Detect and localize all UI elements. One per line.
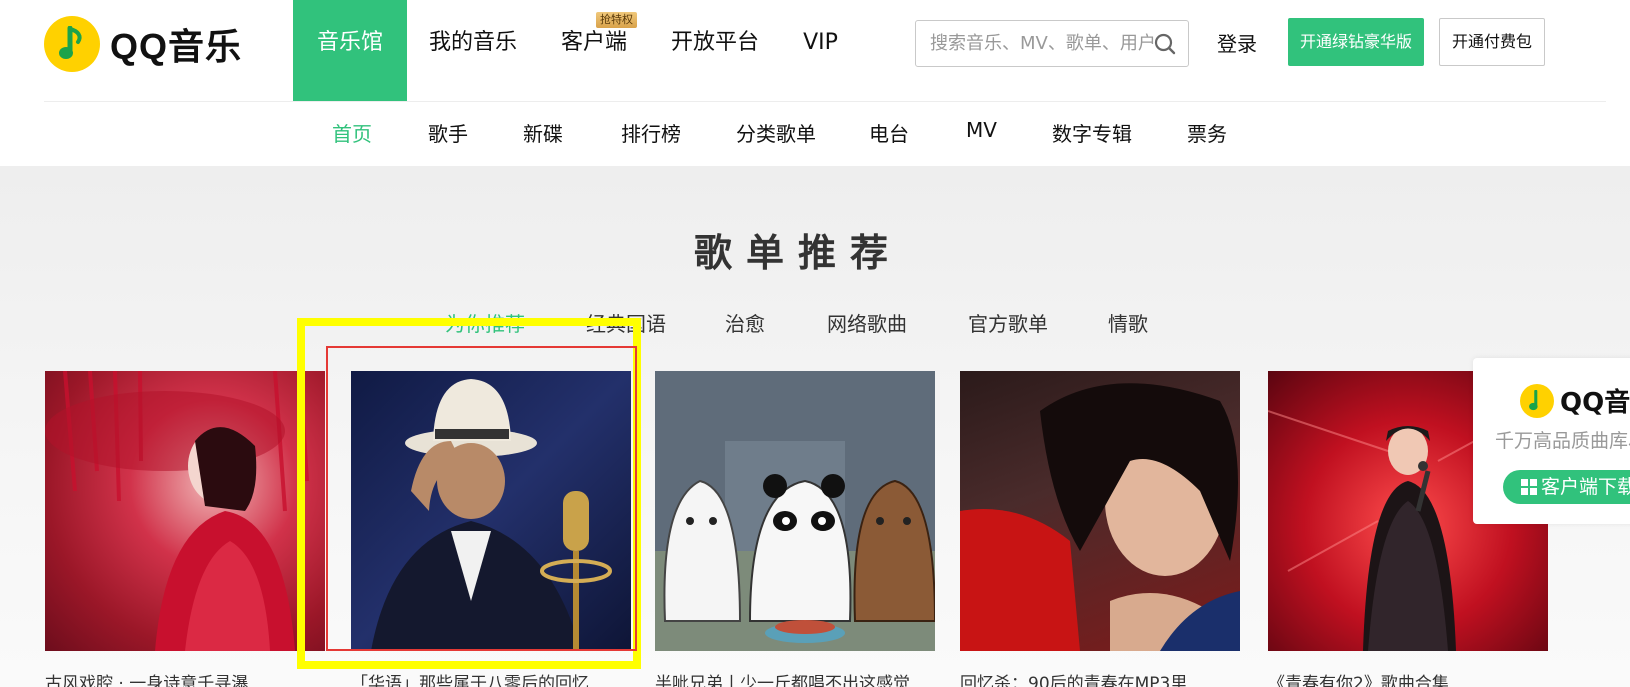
playlist-title[interactable]: 「华语」那些属于八零后的回忆: [351, 669, 641, 687]
tab-healing[interactable]: 治愈: [725, 308, 765, 337]
playlist-card[interactable]: 回忆杀：90后的青春在MP3里: [960, 371, 1240, 687]
playlist-title[interactable]: 古风戏腔 · 一身诗意千寻瀑: [45, 669, 335, 687]
playlist-card[interactable]: 古风戏腔 · 一身诗意千寻瀑: [45, 371, 325, 687]
sub-nav-mv[interactable]: MV: [966, 118, 997, 142]
main-nav-my-music[interactable]: 我的音乐: [407, 0, 539, 101]
main-nav-music-hall[interactable]: 音乐馆: [293, 0, 408, 101]
promo-logo-text: QQ音乐: [1560, 388, 1630, 418]
windows-icon: [1521, 479, 1537, 495]
header-divider: [44, 101, 1606, 102]
playlist-title[interactable]: 半呲兄弟丨少一斤都唱不出这感觉: [655, 669, 945, 687]
site-header: QQ音乐 音乐馆 我的音乐 客户端 抢特权 开放平台 VIP 搜索音乐、MV、歌…: [0, 0, 1630, 166]
tab-network-songs[interactable]: 网络歌曲: [827, 308, 907, 337]
login-link[interactable]: 登录: [1217, 28, 1257, 57]
site-logo[interactable]: QQ音乐: [44, 16, 242, 72]
playlist-cover[interactable]: [655, 371, 935, 651]
open-green-diamond-button[interactable]: 开通绿钻豪华版: [1288, 18, 1424, 66]
playlist-recommend-section: 歌单推荐 为你推荐 经典国语 治愈 网络歌曲 官方歌单 情歌 古风戏腔 · 一身…: [0, 166, 1630, 687]
section-title: 歌单推荐: [693, 231, 902, 275]
client-download-button[interactable]: 客户端下载: [1503, 470, 1630, 504]
playlist-card[interactable]: 「华语」那些属于八零后的回忆: [351, 371, 631, 687]
page-root: QQ音乐 音乐馆 我的音乐 客户端 抢特权 开放平台 VIP 搜索音乐、MV、歌…: [0, 0, 1630, 687]
tab-official-playlists[interactable]: 官方歌单: [968, 308, 1048, 337]
search-input[interactable]: [928, 32, 1162, 55]
promo-logo: QQ音乐: [1520, 382, 1630, 419]
main-nav-vip[interactable]: VIP: [781, 0, 860, 101]
main-nav: 音乐馆 我的音乐 客户端 抢特权 开放平台 VIP: [293, 0, 860, 101]
sub-nav: 首页 歌手 新碟 排行榜 分类歌单 电台 MV 数字专辑 票务: [0, 110, 1630, 154]
search-box: [915, 20, 1189, 67]
cover-art-graphic: [960, 383, 1240, 651]
sub-nav-categories[interactable]: 分类歌单: [736, 118, 816, 147]
sub-nav-charts[interactable]: 排行榜: [621, 118, 681, 147]
playlist-card[interactable]: 半呲兄弟丨少一斤都唱不出这感觉: [655, 371, 935, 687]
search-icon[interactable]: [1154, 33, 1176, 55]
sub-nav-singers[interactable]: 歌手: [428, 118, 468, 147]
cover-art-graphic: [655, 371, 935, 651]
playlist-cover[interactable]: [45, 371, 325, 651]
main-nav-label: 音乐馆: [317, 30, 384, 55]
client-download-promo: QQ音乐 千万高品质曲库尽享 客户端下载: [1473, 358, 1630, 524]
tab-for-you[interactable]: 为你推荐: [445, 308, 525, 337]
playlist-title[interactable]: 回忆杀：90后的青春在MP3里: [960, 669, 1250, 687]
main-nav-open-platform[interactable]: 开放平台: [649, 0, 781, 101]
main-nav-client[interactable]: 客户端 抢特权: [539, 0, 649, 101]
privilege-badge: 抢特权: [596, 12, 638, 28]
logo-text: QQ音乐: [110, 26, 243, 67]
cover-art-graphic: [45, 371, 309, 651]
tab-classic-mandarin[interactable]: 经典国语: [586, 308, 666, 337]
sub-nav-new-albums[interactable]: 新碟: [523, 118, 563, 147]
qq-music-logo-icon: [44, 16, 100, 72]
tab-love-songs[interactable]: 情歌: [1108, 308, 1148, 337]
sub-nav-home[interactable]: 首页: [332, 118, 372, 147]
cover-art-graphic: [371, 379, 612, 651]
open-paid-package-button[interactable]: 开通付费包: [1439, 18, 1545, 66]
main-nav-label: 开放平台: [671, 30, 760, 55]
main-nav-label: 客户端: [561, 30, 628, 55]
playlist-cover[interactable]: [960, 371, 1240, 651]
playlist-cover[interactable]: [351, 371, 631, 651]
client-download-label: 客户端下载: [1541, 476, 1630, 498]
qq-music-logo-icon: [1520, 383, 1554, 418]
main-nav-label: 我的音乐: [429, 30, 518, 55]
main-nav-label: VIP: [803, 30, 838, 55]
playlist-title[interactable]: 《青春有你2》歌曲合集: [1268, 669, 1558, 687]
sub-nav-tickets[interactable]: 票务: [1187, 118, 1227, 147]
sub-nav-digital-albums[interactable]: 数字专辑: [1052, 118, 1132, 147]
sub-nav-radio[interactable]: 电台: [869, 118, 909, 147]
promo-description: 千万高品质曲库尽享: [1495, 430, 1630, 452]
